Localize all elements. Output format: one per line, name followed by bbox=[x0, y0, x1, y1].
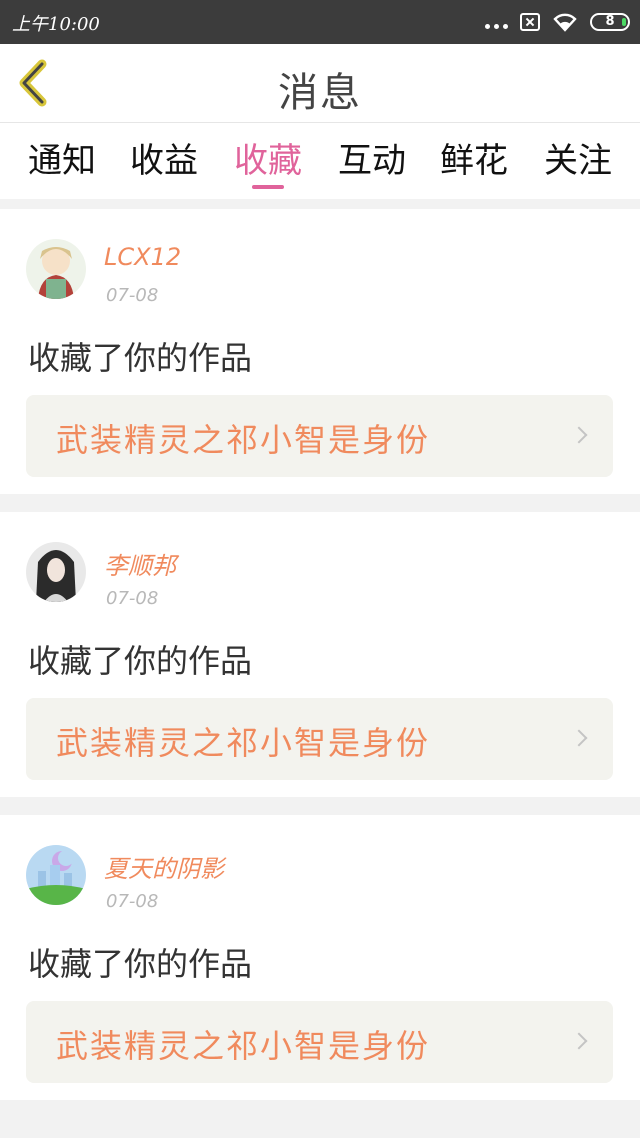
message-date: 07-08 bbox=[106, 891, 159, 912]
work-title: 武装精灵之祁小智是身份 bbox=[56, 421, 431, 459]
avatar[interactable] bbox=[26, 845, 86, 905]
work-link[interactable]: 武装精灵之祁小智是身份 bbox=[26, 1001, 613, 1083]
tab-earnings[interactable]: 收益 bbox=[124, 133, 204, 193]
work-title: 武装精灵之祁小智是身份 bbox=[56, 724, 431, 762]
tab-follows[interactable]: 关注 bbox=[538, 133, 618, 193]
chevron-right-icon bbox=[570, 729, 588, 747]
status-time: 上午10:00 bbox=[12, 14, 100, 35]
message-card: 李顺邦 07-08 收藏了你的作品 武装精灵之祁小智是身份 bbox=[0, 512, 640, 797]
username[interactable]: 李顺邦 bbox=[104, 546, 176, 581]
tab-notifications[interactable]: 通知 bbox=[22, 133, 102, 193]
tab-label: 收益 bbox=[130, 141, 198, 181]
tab-interactions[interactable]: 互动 bbox=[332, 133, 412, 193]
message-date: 07-08 bbox=[106, 588, 159, 609]
avatar[interactable] bbox=[26, 542, 86, 602]
wifi-icon bbox=[553, 13, 577, 32]
message-card: 夏天的阴影 07-08 收藏了你的作品 武装精灵之祁小智是身份 bbox=[0, 815, 640, 1100]
tab-label: 互动 bbox=[338, 141, 406, 181]
work-link[interactable]: 武装精灵之祁小智是身份 bbox=[26, 395, 613, 477]
tab-favorites[interactable]: 收藏 bbox=[228, 133, 308, 193]
tab-bar: 通知 收益 收藏 互动 鲜花 关注 bbox=[0, 123, 640, 199]
work-title: 武装精灵之祁小智是身份 bbox=[56, 1027, 431, 1065]
more-dots-icon bbox=[485, 23, 508, 29]
message-card: LCX12 07-08 收藏了你的作品 武装精灵之祁小智是身份 bbox=[0, 209, 640, 494]
tab-label: 收藏 bbox=[234, 141, 302, 181]
status-bar: 上午10:00 8 bbox=[0, 0, 640, 44]
action-text: 收藏了你的作品 bbox=[28, 945, 253, 983]
header: 消息 bbox=[0, 44, 640, 123]
tab-label: 关注 bbox=[544, 141, 612, 181]
work-link[interactable]: 武装精灵之祁小智是身份 bbox=[26, 698, 613, 780]
tab-label: 通知 bbox=[28, 141, 96, 181]
sim-icon bbox=[520, 13, 540, 31]
chevron-right-icon bbox=[570, 1032, 588, 1050]
username[interactable]: LCX12 bbox=[104, 243, 181, 271]
tab-label: 鲜花 bbox=[440, 141, 508, 181]
tab-flowers[interactable]: 鲜花 bbox=[434, 133, 514, 193]
battery-icon: 8 bbox=[590, 13, 630, 31]
chevron-right-icon bbox=[570, 426, 588, 444]
battery-level: 8 bbox=[605, 14, 615, 29]
page-title: 消息 bbox=[278, 70, 362, 116]
action-text: 收藏了你的作品 bbox=[28, 642, 253, 680]
avatar[interactable] bbox=[26, 239, 86, 299]
action-text: 收藏了你的作品 bbox=[28, 339, 253, 377]
username[interactable]: 夏天的阴影 bbox=[104, 849, 224, 884]
status-icons: 8 bbox=[485, 10, 630, 34]
active-tab-indicator bbox=[252, 185, 284, 189]
message-date: 07-08 bbox=[106, 285, 159, 306]
